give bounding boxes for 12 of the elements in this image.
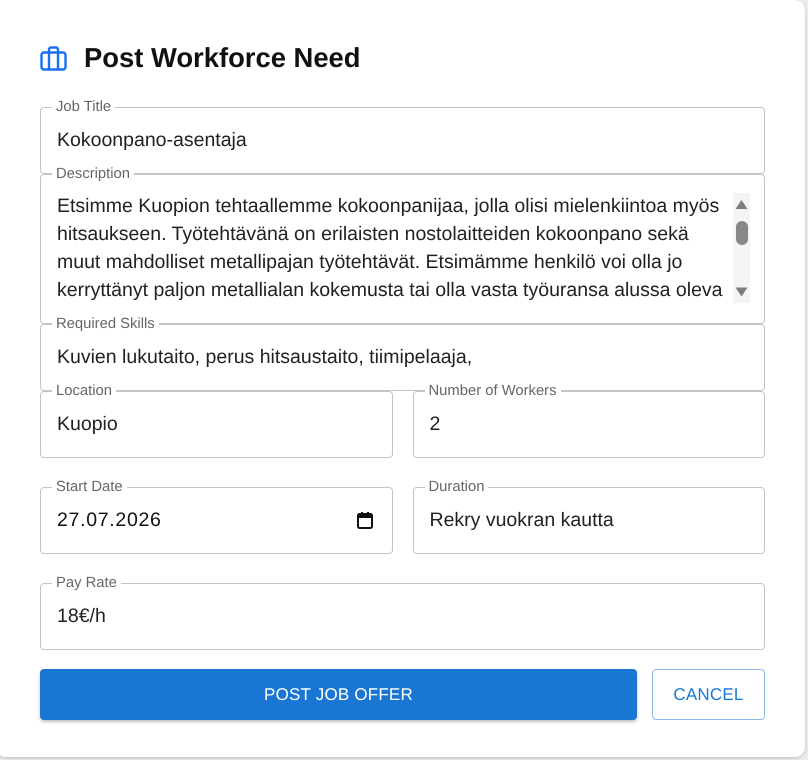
field-label: Required Skills [52,316,159,332]
scrollbar[interactable] [733,193,750,303]
briefcase-icon [40,46,67,70]
form-title: Post Workforce Need [84,42,361,74]
cancel-button[interactable]: CANCEL [652,669,765,720]
calendar-icon[interactable] [356,512,372,529]
field-label: Description [52,166,134,182]
scroll-up-arrow-icon[interactable] [735,199,748,210]
field-label: Pay Rate [52,575,121,591]
post-job-offer-button[interactable]: POST JOB OFFER [40,669,637,720]
scrollbar-thumb[interactable] [736,221,748,245]
scroll-down-arrow-icon[interactable] [735,287,748,297]
